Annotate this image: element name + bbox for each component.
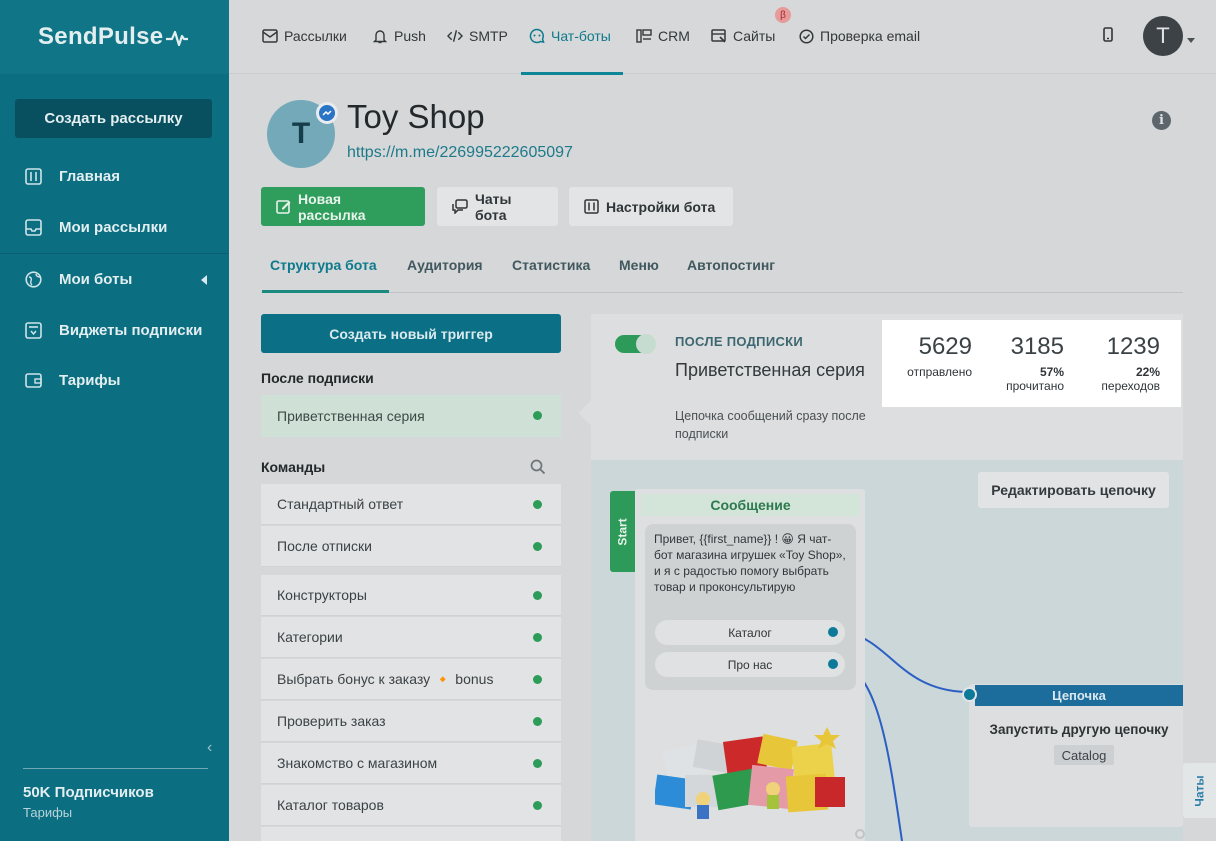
edit-chain-button[interactable]: Редактировать цепочку xyxy=(978,472,1169,508)
lego-toys-image xyxy=(655,727,845,819)
start-label: Start xyxy=(615,517,630,546)
connector-dot[interactable] xyxy=(826,625,840,639)
connector-dot[interactable] xyxy=(855,829,865,839)
chats-side-tab[interactable]: Чаты xyxy=(1183,763,1216,818)
message-text: Привет, {{first_name}} ! 😀 Я чат-бот маг… xyxy=(654,532,846,594)
message-node-header: Сообщение xyxy=(641,494,860,516)
quick-button-catalog[interactable]: Каталог xyxy=(655,620,845,645)
chain-input-dot[interactable] xyxy=(962,687,977,702)
quick-button-about[interactable]: Про нас xyxy=(655,652,845,677)
start-marker: Start xyxy=(610,491,635,572)
connector-dot[interactable] xyxy=(826,657,840,671)
chain-node-title: Запустить другую цепочку xyxy=(989,722,1169,737)
chain-tag: Catalog xyxy=(1054,745,1114,765)
chain-node-header: Цепочка xyxy=(975,685,1183,706)
chats-tab-label: Чаты xyxy=(1192,774,1207,807)
